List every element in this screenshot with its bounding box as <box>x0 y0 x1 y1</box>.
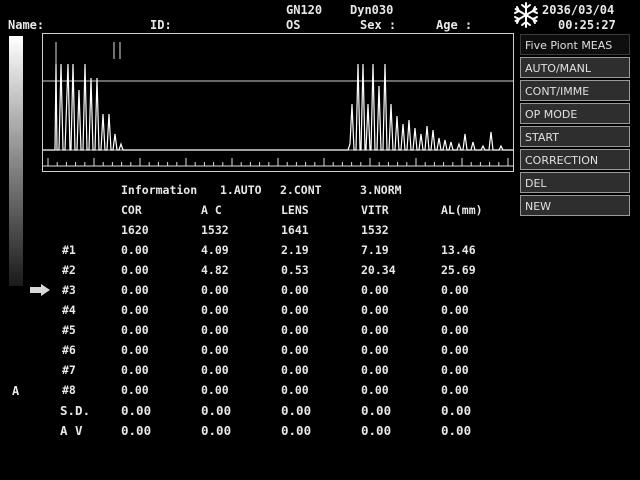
gain-readout: GN120 <box>286 3 323 17</box>
column-header: A C <box>201 203 222 217</box>
time-readout: 00:25:27 <box>558 18 616 32</box>
table-cell: 0.00 <box>121 263 149 277</box>
table-cell: 0.00 <box>121 303 149 317</box>
velocity-value: 1532 <box>361 223 389 237</box>
sd-row-label: S.D. <box>60 403 91 418</box>
table-cell: 0.00 <box>121 343 149 357</box>
information-label: Information <box>121 183 198 197</box>
age-label: Age : <box>436 18 473 32</box>
table-row-label: #6 <box>62 343 76 357</box>
column-header: COR <box>121 203 142 217</box>
mode-cont-label: 2.CONT <box>280 183 322 197</box>
mode-auto-label: 1.AUTO <box>220 183 262 197</box>
av-cell: 0.00 <box>281 423 312 438</box>
av-cell: 0.00 <box>361 423 392 438</box>
sex-label: Sex : <box>360 18 397 32</box>
table-cell: 2.19 <box>281 243 309 257</box>
table-cell: 0.00 <box>441 303 469 317</box>
menu-correction-button[interactable]: CORRECTION <box>520 149 630 170</box>
a-scan-trace <box>43 42 513 167</box>
menu-start-button[interactable]: START <box>520 126 630 147</box>
table-cell: 0.00 <box>121 323 149 337</box>
table-cell: 4.09 <box>201 243 229 257</box>
mode-norm-label: 3.NORM <box>360 183 402 197</box>
table-cell: 0.00 <box>441 283 469 297</box>
table-cell: 0.00 <box>281 383 309 397</box>
menu-cont-imme-button[interactable]: CONT/IMME <box>520 80 630 101</box>
date-readout: 2036/03/04 <box>542 3 615 17</box>
table-cell: 0.00 <box>121 383 149 397</box>
table-cell: 0.00 <box>441 323 469 337</box>
side-marker-label: A <box>12 384 20 398</box>
table-cell: 25.69 <box>441 263 476 277</box>
table-cell: 13.46 <box>441 243 476 257</box>
menu-new-button[interactable]: NEW <box>520 195 630 216</box>
table-cell: 0.00 <box>441 363 469 377</box>
table-row-label: #2 <box>62 263 76 277</box>
table-cell: 0.00 <box>281 283 309 297</box>
patient-id-label: ID: <box>150 18 172 32</box>
av-cell: 0.00 <box>121 423 152 438</box>
table-cell: 7.19 <box>361 243 389 257</box>
table-row-label: #8 <box>62 383 76 397</box>
eye-side-label: OS <box>286 18 301 32</box>
table-cell: 0.00 <box>201 323 229 337</box>
table-cell: 0.00 <box>361 323 389 337</box>
velocity-value: 1641 <box>281 223 309 237</box>
table-cell: 0.00 <box>201 343 229 357</box>
av-row-label: A V <box>60 423 83 438</box>
table-cell: 4.82 <box>201 263 229 277</box>
table-cell: 0.00 <box>281 323 309 337</box>
table-cell: 0.00 <box>121 363 149 377</box>
table-row-label: #5 <box>62 323 76 337</box>
table-cell: 0.00 <box>361 283 389 297</box>
grayscale-bar <box>9 36 23 286</box>
table-row-label: #3 <box>62 283 76 297</box>
a-scan-waveform <box>42 33 514 172</box>
column-header: AL(mm) <box>441 203 483 217</box>
table-cell: 0.00 <box>121 283 149 297</box>
table-cell: 0.53 <box>281 263 309 277</box>
sd-cell: 0.00 <box>441 403 472 418</box>
table-cell: 0.00 <box>201 303 229 317</box>
menu-delete-button[interactable]: DEL <box>520 172 630 193</box>
table-cell: 0.00 <box>201 363 229 377</box>
dynamic-range-readout: Dyn030 <box>350 3 394 17</box>
column-header: LENS <box>281 203 309 217</box>
menu-op-mode-button[interactable]: OP MODE <box>520 103 630 124</box>
table-cell: 0.00 <box>361 383 389 397</box>
table-cell: 0.00 <box>441 383 469 397</box>
velocity-value: 1532 <box>201 223 229 237</box>
menu-title: Five Piont MEAS <box>520 34 630 55</box>
table-cell: 0.00 <box>281 303 309 317</box>
table-cell: 0.00 <box>441 343 469 357</box>
sd-cell: 0.00 <box>121 403 152 418</box>
table-cell: 0.00 <box>281 363 309 377</box>
av-cell: 0.00 <box>201 423 232 438</box>
table-row-label: #1 <box>62 243 76 257</box>
table-cell: 0.00 <box>201 383 229 397</box>
sd-cell: 0.00 <box>281 403 312 418</box>
menu-auto-manual-button[interactable]: AUTO/MANL <box>520 57 630 78</box>
snowflake-icon <box>512 1 540 29</box>
av-cell: 0.00 <box>441 423 472 438</box>
table-cell: 20.34 <box>361 263 396 277</box>
column-header: VITR <box>361 203 389 217</box>
velocity-value: 1620 <box>121 223 149 237</box>
table-cell: 0.00 <box>121 243 149 257</box>
table-row-label: #4 <box>62 303 76 317</box>
table-cell: 0.00 <box>201 283 229 297</box>
table-cell: 0.00 <box>361 343 389 357</box>
patient-name-label: Name: <box>8 18 45 32</box>
measurement-menu: Five Piont MEAS AUTO/MANL CONT/IMME OP M… <box>520 34 630 218</box>
sd-cell: 0.00 <box>201 403 232 418</box>
arrow-right-icon <box>30 284 50 299</box>
table-row-label: #7 <box>62 363 76 377</box>
table-cell: 0.00 <box>361 303 389 317</box>
table-cell: 0.00 <box>281 343 309 357</box>
sd-cell: 0.00 <box>361 403 392 418</box>
table-cell: 0.00 <box>361 363 389 377</box>
